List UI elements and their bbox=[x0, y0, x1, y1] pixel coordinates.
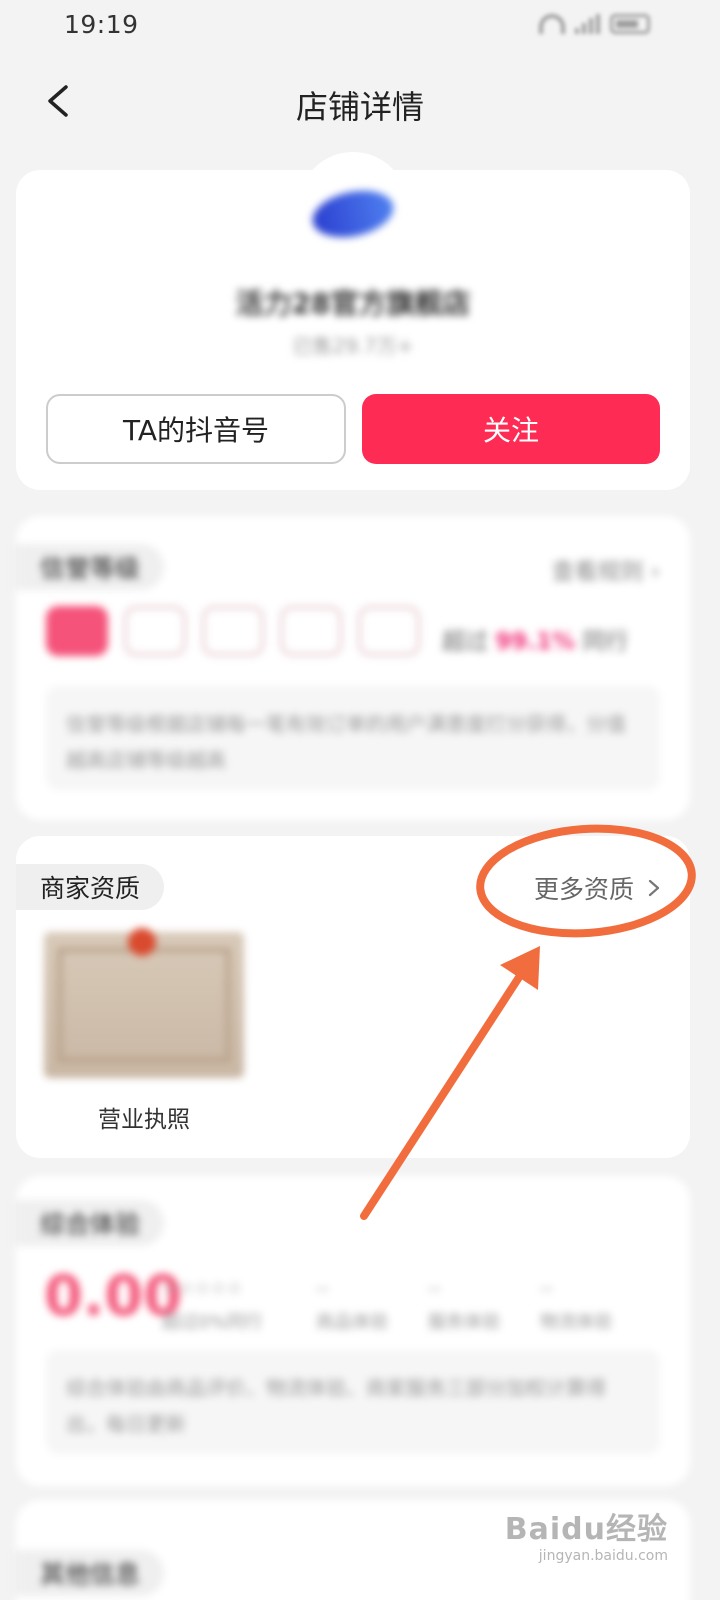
experience-column-label: 服务体验 bbox=[428, 1312, 500, 1333]
watermark-logo: Baidu经验 bbox=[504, 1512, 668, 1547]
overall-experience-card: 综合体验 0.00 ☆☆☆☆☆ 超过0%同行 -- 商品体验 -- 服务体验 -… bbox=[16, 1176, 690, 1486]
store-header-card: 活力28官方旗舰店 已售29.7万+ TA的抖音号 关注 bbox=[16, 152, 690, 490]
experience-column: -- 商品体验 bbox=[316, 1272, 388, 1340]
baidu-watermark: Baidu经验 jingyan.baidu.com bbox=[505, 1504, 668, 1564]
credit-badge-icon bbox=[124, 606, 186, 656]
store-sold-count: 已售29.7万+ bbox=[292, 334, 414, 358]
store-name: 活力28官方旗舰店 bbox=[235, 287, 471, 320]
exceed-prefix: 超过 bbox=[442, 629, 488, 655]
experience-column: -- 物流体验 bbox=[540, 1272, 612, 1340]
other-info-title: 其他信息 bbox=[16, 1550, 165, 1596]
credit-badges bbox=[46, 606, 420, 656]
experience-column-label: 物流体验 bbox=[540, 1312, 612, 1333]
status-bar: 19:19 bbox=[0, 0, 720, 52]
experience-description: 综合体验由商品评价、物流体验、商家服务三部分加权计算得出，每日更新 bbox=[46, 1350, 660, 1454]
status-icons bbox=[539, 14, 650, 34]
credit-badge-icon bbox=[46, 606, 108, 656]
credit-description: 信誉等级根据店铺每一笔有效订单的用户满意度打分获得，分值越高店铺等级越高 bbox=[46, 686, 660, 790]
watermark-url: jingyan.baidu.com bbox=[538, 1548, 668, 1564]
credit-level-title: 信誉等级 bbox=[16, 544, 165, 590]
exceed-percentage: 99.1% bbox=[495, 629, 576, 655]
view-rules-label: 查看规则 bbox=[551, 559, 644, 585]
more-qualifications-link[interactable]: 更多资质 bbox=[534, 870, 664, 906]
merchant-qualification-title: 商家资质 bbox=[16, 864, 165, 910]
experience-column-label: 超过0%同行 bbox=[162, 1312, 263, 1333]
status-time: 19:19 bbox=[64, 10, 139, 39]
experience-column-value: -- bbox=[540, 1278, 553, 1299]
merchant-qualification-card: 商家资质 更多资质 营业执照 bbox=[16, 836, 690, 1158]
business-license-label: 营业执照 bbox=[98, 1107, 190, 1133]
douyin-account-button[interactable]: TA的抖音号 bbox=[46, 394, 346, 464]
business-license-image[interactable] bbox=[44, 928, 244, 1078]
credit-badge-icon bbox=[358, 606, 420, 656]
store-logo-image bbox=[308, 183, 398, 245]
credit-level-card: 信誉等级 查看规则 › 超过 99.1% 同行 信誉等级根据店铺每一笔有效订单的… bbox=[16, 516, 690, 820]
store-logo bbox=[298, 152, 408, 262]
experience-stars: ☆☆☆☆☆ bbox=[162, 1278, 243, 1299]
experience-column-value: -- bbox=[428, 1278, 441, 1299]
experience-column-label: 商品体验 bbox=[316, 1312, 388, 1333]
chevron-right-icon bbox=[648, 879, 660, 897]
credit-badge-icon bbox=[202, 606, 264, 656]
nav-bar: 店铺详情 bbox=[0, 60, 720, 144]
credit-badge-icon bbox=[280, 606, 342, 656]
battery-icon bbox=[610, 14, 650, 34]
signal-icon bbox=[575, 14, 600, 34]
experience-column: -- 服务体验 bbox=[428, 1272, 500, 1340]
more-qualifications-label: 更多资质 bbox=[533, 875, 634, 904]
experience-column-value: -- bbox=[316, 1278, 329, 1299]
overall-experience-title: 综合体验 bbox=[16, 1200, 165, 1246]
experience-column: ☆☆☆☆☆ 超过0%同行 bbox=[162, 1272, 263, 1340]
wifi-icon bbox=[539, 14, 565, 34]
exceed-suffix: 同行 bbox=[582, 629, 629, 655]
view-rules-link[interactable]: 查看规则 › bbox=[551, 552, 660, 586]
page-title: 店铺详情 bbox=[295, 88, 424, 126]
credit-exceed-text: 超过 99.1% 同行 bbox=[442, 622, 628, 656]
follow-button[interactable]: 关注 bbox=[362, 394, 660, 464]
